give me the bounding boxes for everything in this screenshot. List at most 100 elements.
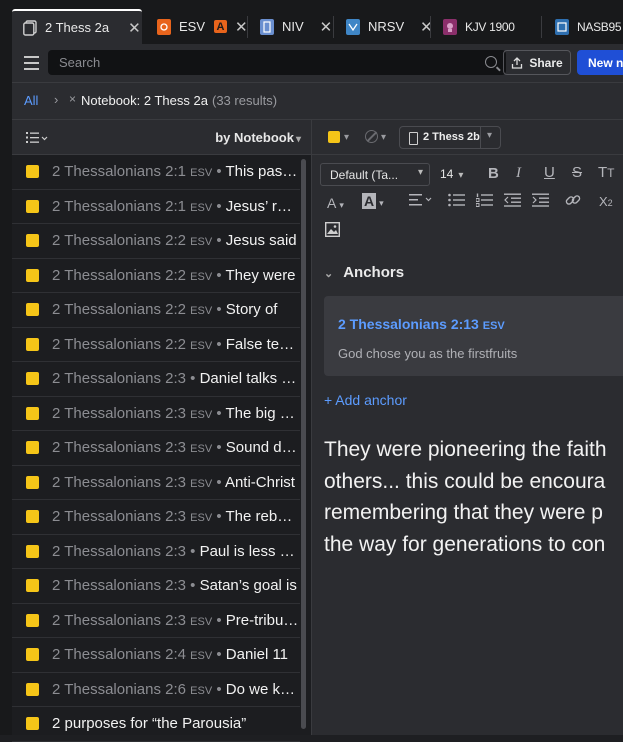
tab-2-thess-2a[interactable]: 2 Thess 2a ✕ (12, 9, 142, 44)
strikethrough-icon[interactable]: S (572, 164, 582, 181)
note-title: 2 purposes for “the Parousia” (52, 715, 247, 733)
note-title: Jesus’ return (225, 197, 300, 215)
anchor-reference[interactable]: 2 Thessalonians 2:13 ESV (338, 316, 505, 332)
list-view-icon[interactable] (26, 131, 48, 145)
image-icon[interactable] (324, 221, 341, 241)
note-icon (26, 648, 39, 662)
subscript-icon[interactable]: X2 (599, 194, 613, 209)
list-item[interactable]: 2 Thessalonians 2:3 ESV • The rebellion (12, 500, 300, 535)
menu-icon[interactable] (24, 56, 39, 70)
list-item-text: 2 Thessalonians 2:6 ESV • Do we know (52, 681, 300, 698)
chevron-down-icon[interactable]: ▾ (381, 132, 386, 143)
list-item[interactable]: 2 Thessalonians 2:2 ESV • False teaching (12, 328, 300, 362)
align-icon[interactable] (409, 193, 435, 211)
close-icon[interactable]: ✕ (128, 19, 141, 37)
close-icon[interactable]: ✕ (320, 18, 333, 36)
close-icon[interactable]: ✕ (235, 18, 248, 36)
separator-dot: • (212, 163, 226, 181)
bullet-list-icon[interactable] (448, 193, 465, 211)
note-icon (26, 579, 39, 593)
note-version: ESV (190, 443, 213, 456)
search-input[interactable]: Search (48, 50, 506, 75)
font-size-select[interactable]: 14 ▾ (440, 167, 463, 181)
add-anchor-link[interactable]: + Add anchor (324, 392, 407, 408)
tab-label: KJV 1900 (465, 19, 515, 34)
separator-dot: • (212, 266, 226, 284)
note-body-line: the way for generations to con (324, 532, 606, 556)
list-item[interactable]: 2 Thessalonians 2:3 • Satan’s goal is (12, 569, 300, 604)
list-item-text: 2 Thessalonians 2:3 ESV • The big pictur… (52, 405, 300, 422)
note-style-icon[interactable] (328, 131, 340, 143)
note-reference: 2 Thessalonians 2:1 (52, 197, 186, 215)
list-item[interactable]: 2 Thessalonians 2:6 ESV • Do we know (12, 673, 300, 707)
list-item[interactable]: 2 Thessalonians 2:2 ESV • They were (12, 259, 300, 293)
tab-niv[interactable]: NIV ✕ (260, 9, 332, 44)
note-body-line: They were pioneering the faith (324, 438, 607, 461)
list-item[interactable]: 2 Thessalonians 2:2 ESV • Story of (12, 293, 300, 328)
separator-dot: • (212, 232, 226, 250)
list-item[interactable]: 2 Thessalonians 2:3 ESV • The big pictur… (12, 397, 300, 431)
scrollbar[interactable] (301, 159, 306, 729)
indent-icon[interactable] (532, 193, 549, 211)
share-button[interactable]: Share (503, 50, 571, 75)
list-item-text: 2 Thessalonians 2:1 ESV • This passage (52, 163, 300, 180)
note-body[interactable]: They were pioneering the faith others...… (324, 434, 623, 560)
breadcrumb-all[interactable]: All (24, 93, 38, 108)
underline-icon[interactable]: U (544, 164, 555, 181)
anchor-card[interactable]: 2 Thessalonians 2:13 ESV God chose you a… (324, 296, 623, 376)
anchors-section-header[interactable]: ⌄ Anchors (324, 264, 404, 281)
note-title: Anti-Christ (224, 473, 295, 491)
notebook-chip[interactable]: 2 Thess 2b ▾ (399, 126, 501, 149)
list-item[interactable]: 2 Thessalonians 2:1 ESV • This passage (12, 155, 300, 190)
list-item[interactable]: 2 Thessalonians 2:3 • Paul is less conce… (12, 535, 300, 569)
list-item[interactable]: 2 purposes for “the Parousia” (12, 707, 300, 742)
tab-kjv-1900[interactable]: KJV 1900 (443, 9, 515, 44)
note-title: Satan’s goal is (199, 577, 297, 595)
list-item[interactable]: 2 Thessalonians 2:3 ESV • Anti-Christ (12, 466, 300, 500)
search-icon[interactable] (485, 56, 497, 68)
tab-esv[interactable]: ESV A ✕ (157, 9, 248, 44)
separator-dot: • (212, 680, 226, 698)
note-version: ESV (190, 408, 213, 421)
sort-dropdown[interactable]: by Notebook ▾ (215, 130, 301, 145)
list-item[interactable]: 2 Thessalonians 2:3 ESV • Pre-tribulatio… (12, 604, 300, 638)
list-item[interactable]: 2 Thessalonians 2:2 ESV • Jesus said (12, 224, 300, 259)
font-color-icon[interactable]: A ▾ (327, 195, 344, 211)
list-item[interactable]: 2 Thessalonians 2:4 ESV • Daniel 11 (12, 638, 300, 673)
list-item-text: 2 Thessalonians 2:3 ESV • Sound doctrine (52, 439, 300, 456)
note-title: The big picture (225, 404, 301, 422)
outdent-icon[interactable] (504, 193, 521, 211)
note-icon (26, 199, 39, 213)
italic-icon[interactable]: I (516, 165, 521, 182)
note-list-panel: by Notebook ▾ 2 Thessalonians 2:1 ESV • T… (12, 119, 312, 742)
note-reference: 2 Thessalonians 2:4 (52, 646, 186, 664)
list-item[interactable]: 2 Thessalonians 2:3 • Daniel talks about (12, 362, 300, 397)
no-icon[interactable] (365, 130, 378, 143)
separator-dot: • (212, 197, 226, 215)
note-title: This passage (225, 163, 301, 181)
remove-filter-icon[interactable]: × (69, 92, 76, 106)
nrsv-icon (346, 18, 360, 35)
tab-nrsv[interactable]: NRSV ✕ (346, 9, 433, 44)
bold-icon[interactable]: B (488, 165, 499, 182)
note-reference: 2 Thessalonians 2:2 (52, 266, 186, 284)
note-icon (26, 475, 39, 489)
new-label: New no (588, 55, 623, 70)
font-family-select[interactable]: Default (Ta... ▾ (320, 163, 430, 186)
separator-dot: • (212, 473, 225, 491)
text-case-icon[interactable]: TT (598, 164, 615, 181)
list-item[interactable]: 2 Thessalonians 2:3 ESV • Sound doctrine (12, 431, 300, 466)
separator-dot: • (212, 404, 226, 422)
list-item-text: 2 Thessalonians 2:3 • Satan’s goal is (52, 577, 300, 594)
numbered-list-icon[interactable] (475, 193, 493, 211)
chevron-down-icon[interactable]: ▾ (344, 132, 349, 143)
link-icon[interactable] (565, 192, 581, 212)
tab-nasb95[interactable]: NASB95 (555, 9, 622, 44)
chevron-down-icon[interactable]: ▾ (487, 130, 492, 141)
chevron-down-icon: ▾ (417, 167, 423, 178)
highlight-color-icon[interactable]: A ▾ (362, 193, 384, 209)
list-item[interactable]: 2 Thessalonians 2:1 ESV • Jesus’ return (12, 190, 300, 224)
new-note-button[interactable]: New no (577, 50, 623, 75)
note-version: ESV (190, 270, 213, 283)
note-icon (26, 268, 39, 282)
